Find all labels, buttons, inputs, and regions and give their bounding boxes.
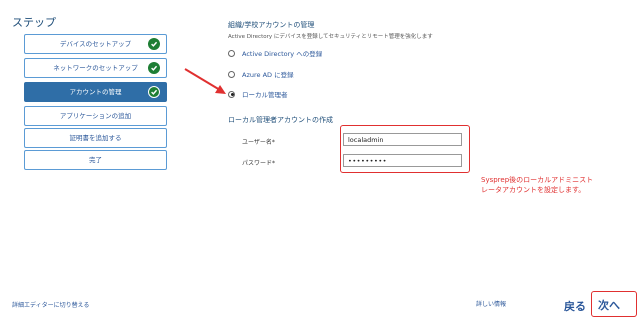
back-button[interactable]: 戻る: [564, 298, 586, 314]
username-label: ユーザー名*: [242, 139, 275, 146]
learn-more-link[interactable]: 詳しい情報: [476, 299, 506, 308]
check-icon: [148, 62, 160, 74]
steps-title: ステップ: [12, 16, 56, 29]
password-label: パスワード*: [242, 160, 276, 167]
switch-advanced-editor-link[interactable]: 詳細エディターに切り替える: [12, 300, 89, 309]
check-icon: [148, 86, 160, 98]
annotation-callout: Sysprep後のローカルアドミニスト レータアカウントを設定します。: [481, 175, 593, 195]
step-device-setup[interactable]: デバイスのセットアップ: [24, 34, 167, 54]
radio-label: Azure AD に登録: [242, 71, 294, 79]
step-label: アカウントの管理: [69, 88, 122, 96]
step-label: ネットワークのセットアップ: [53, 64, 138, 72]
step-label: アプリケーションの追加: [59, 112, 132, 120]
radio-azure-ad[interactable]: Azure AD に登録: [228, 69, 294, 79]
step-network-setup[interactable]: ネットワークのセットアップ: [24, 58, 167, 78]
radio-label: Active Directory への登録: [242, 50, 323, 58]
radio-active-directory[interactable]: Active Directory への登録: [228, 48, 322, 58]
step-finish[interactable]: 完了: [24, 150, 167, 170]
local-admin-title: ローカル管理者アカウントの作成: [228, 116, 333, 124]
annotation-highlight-box: [340, 125, 470, 173]
next-button[interactable]: 次へ: [598, 297, 620, 313]
callout-line-1: Sysprep後のローカルアドミニスト: [481, 176, 594, 184]
management-title: 組織/学校アカウントの管理: [228, 21, 315, 29]
check-icon: [148, 38, 160, 50]
radio-label: ローカル管理者: [242, 91, 288, 99]
step-account-management[interactable]: アカウントの管理: [24, 82, 167, 102]
step-label: 証明書を追加する: [69, 134, 122, 142]
step-add-certificates[interactable]: 証明書を追加する: [24, 128, 167, 148]
callout-line-2: レータアカウントを設定します。: [481, 186, 586, 194]
annotation-arrow-icon: [184, 68, 226, 94]
radio-icon[interactable]: [228, 49, 235, 57]
step-add-applications[interactable]: アプリケーションの追加: [24, 106, 167, 126]
step-label: デバイスのセットアップ: [59, 40, 132, 48]
radio-local-admin[interactable]: ローカル管理者: [228, 89, 288, 99]
management-subtitle: Active Directory にデバイスを登録してセキュリティとリモート管理…: [228, 34, 433, 40]
step-label: 完了: [89, 156, 102, 164]
